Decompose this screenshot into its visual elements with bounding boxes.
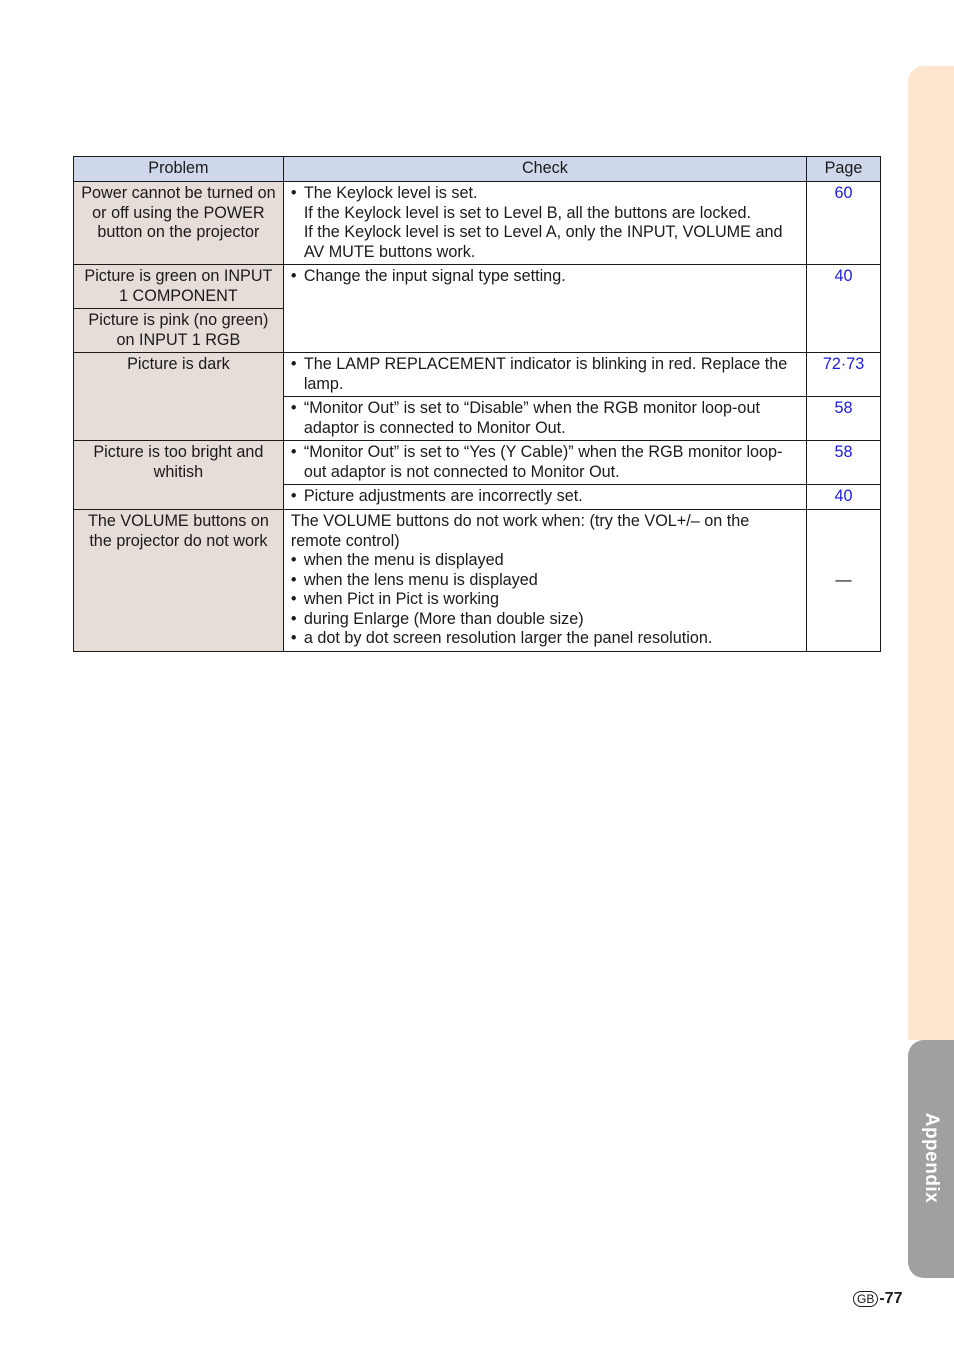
table-header-row: Problem Check Page [73,156,881,182]
check-bullet: • a dot by dot screen resolution larger … [290,629,713,647]
bullet-icon: • [290,399,297,417]
bullet-icon: • [290,570,297,589]
check-bullet: • The LAMP REPLACEMENT indicator is blin… [290,355,788,393]
check-line: If the Keylock level is set to Level A, … [303,223,783,261]
problem-cell: Picture is dark [73,352,284,441]
problem-cell: Picture is pink (no green) on INPUT 1 RG… [73,308,284,353]
page-number: GB -77 [853,1290,902,1308]
check-bullet: • when the menu is displayed [290,551,504,569]
check-intro: The VOLUME buttons do not work when: (tr… [290,512,750,550]
page-link[interactable]: 60 [806,181,881,265]
table-row: The VOLUME buttons on the projector do n… [73,509,881,652]
check-bullet: • “Monitor Out” is set to “Yes (Y Cable)… [290,443,783,481]
problem-cell: The VOLUME buttons on the projector do n… [73,509,284,652]
check-bullet: • during Enlarge (More than double size) [290,609,584,628]
region-badge-icon: GB [853,1291,879,1307]
page-link[interactable]: 40 [806,264,881,353]
bullet-icon: • [290,267,297,285]
bullet-icon: • [290,609,297,628]
page-link[interactable]: 58 [806,396,881,441]
check-bullet: • “Monitor Out” is set to “Disable” when… [290,399,760,437]
check-cell: • The Keylock level is set. If the Keylo… [282,181,808,265]
check-bullet: • when the lens menu is displayed [290,570,538,589]
bullet-icon: • [290,184,297,202]
check-cell: • Change the input signal type setting. [282,264,808,353]
problem-cell: Picture is green on INPUT 1 COMPONENT [73,264,284,309]
problem-cell: Picture is too bright and whitish [73,440,284,510]
bullet-icon: • [290,590,297,608]
header-page: Page [806,156,881,182]
table-row: Picture is too bright and whitish • “Mon… [73,440,881,510]
check-bullet: • when Pict in Pict is working [290,590,500,608]
table-row: Power cannot be turned on or off using t… [73,181,881,265]
page-link[interactable]: 72·73 [806,352,881,397]
page-none: — [806,509,881,652]
check-bullet: • The Keylock level is set. [290,184,478,202]
check-line: If the Keylock level is set to Level B, … [303,203,752,222]
problem-cell: Power cannot be turned on or off using t… [73,181,284,265]
bullet-icon: • [290,487,297,505]
check-cell: • “Monitor Out” is set to “Disable” when… [282,396,808,441]
page-link[interactable]: 40 [806,484,881,510]
side-tab-appendix-label: Appendix [921,1112,942,1204]
bullet-icon: • [290,629,297,647]
bullet-icon: • [290,355,297,373]
table-row: Picture is green on INPUT 1 COMPONENT • … [73,264,881,353]
check-bullet: • Picture adjustments are incorrectly se… [290,487,583,505]
check-bullet: • Change the input signal type setting. [290,267,566,285]
check-cell: • The LAMP REPLACEMENT indicator is blin… [282,352,808,397]
troubleshooting-table: Problem Check Page Power cannot be turne… [73,156,881,652]
header-check: Check [282,156,808,182]
check-cell: The VOLUME buttons do not work when: (tr… [282,509,808,652]
table-row: Picture is dark • The LAMP REPLACEMENT i… [73,352,881,441]
page-number-text: -77 [879,1290,903,1307]
check-cell: • “Monitor Out” is set to “Yes (Y Cable)… [282,440,808,485]
bullet-icon: • [290,443,297,461]
page-link[interactable]: 58 [806,440,881,485]
bullet-icon: • [290,551,297,569]
side-tab-section [908,66,954,1040]
check-cell: • Picture adjustments are incorrectly se… [282,484,808,510]
header-problem: Problem [73,156,284,182]
